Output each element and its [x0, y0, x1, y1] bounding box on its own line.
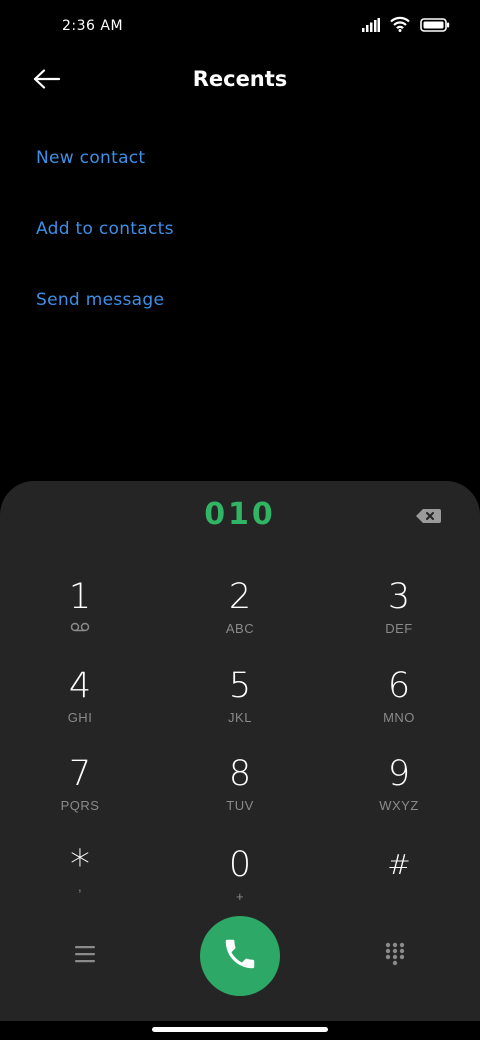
key-letters: JKL — [228, 710, 252, 725]
key-6[interactable]: 6 MNO — [339, 666, 459, 746]
key-letters: , — [77, 879, 83, 894]
key-digit: 4 — [68, 666, 92, 706]
phone-icon — [221, 935, 259, 977]
key-digit: 1 — [68, 577, 92, 617]
key-8[interactable]: 8 TUV — [180, 754, 300, 834]
key-letters: GHI — [67, 710, 93, 725]
call-button[interactable] — [200, 916, 280, 996]
header: Recents — [0, 56, 480, 106]
backspace-icon — [414, 509, 442, 530]
key-3[interactable]: 3 DEF — [339, 577, 459, 657]
send-message-link[interactable]: Send message — [36, 290, 164, 310]
status-bar: 2:36 AM — [0, 0, 480, 56]
dialed-number: 010 — [204, 497, 276, 532]
key-9[interactable]: 9 WXYZ — [339, 754, 459, 834]
menu-button[interactable] — [65, 936, 105, 976]
key-5[interactable]: 5 JKL — [180, 666, 300, 746]
key-2[interactable]: 2 ABC — [180, 577, 300, 657]
menu-icon — [75, 945, 95, 967]
key-letters: TUV — [226, 798, 254, 813]
page-title: Recents — [192, 67, 288, 91]
key-digit: 2 — [228, 577, 252, 617]
key-letters: DEF — [385, 621, 413, 636]
battery-icon — [420, 17, 450, 36]
key-digit: 9 — [387, 754, 411, 794]
key-digit: 8 — [228, 754, 252, 794]
key-letters: PQRS — [60, 798, 100, 813]
key-digit: 7 — [68, 754, 92, 794]
key-4[interactable]: 4 GHI — [20, 666, 140, 746]
key-digit: 5 — [228, 666, 252, 706]
key-hash[interactable]: # — [339, 845, 459, 925]
key-letters: MNO — [383, 710, 415, 725]
key-letters: ABC — [225, 621, 255, 636]
status-icons — [362, 16, 450, 36]
key-digit: 6 — [387, 666, 411, 706]
key-letters: + — [235, 889, 245, 904]
wifi-icon — [390, 16, 410, 36]
key-0[interactable]: 0 + — [180, 845, 300, 925]
key-digit: 3 — [387, 577, 411, 617]
key-digit: 0 — [228, 845, 252, 885]
key-letters: WXYZ — [379, 798, 419, 813]
home-indicator[interactable] — [152, 1027, 328, 1032]
new-contact-link[interactable]: New contact — [36, 148, 145, 168]
key-7[interactable]: 7 PQRS — [20, 754, 140, 834]
key-1[interactable]: 1 — [20, 577, 140, 657]
add-to-contacts-link[interactable]: Add to contacts — [36, 219, 174, 239]
backspace-button[interactable] — [414, 506, 442, 526]
voicemail-icon — [70, 621, 90, 637]
key-star[interactable]: * , — [20, 845, 140, 925]
status-time: 2:36 AM — [62, 18, 124, 34]
key-digit: # — [387, 848, 411, 881]
dialpad-toggle-button[interactable] — [375, 936, 415, 976]
dialpad-icon — [385, 942, 405, 970]
signal-icon — [362, 17, 380, 36]
